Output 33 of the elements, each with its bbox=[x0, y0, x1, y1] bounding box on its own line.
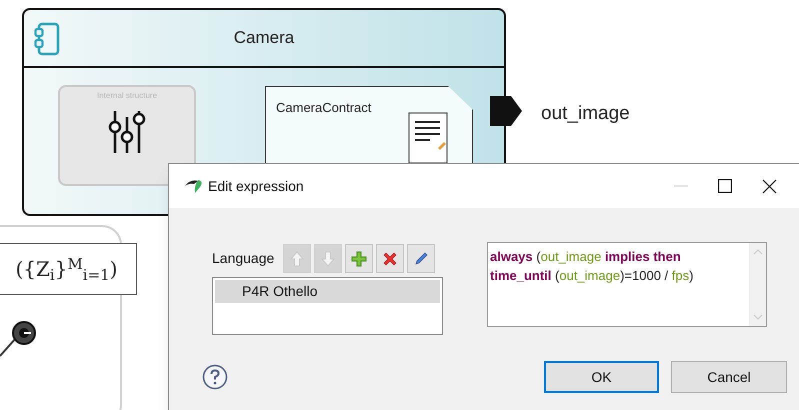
expression-token: always bbox=[490, 248, 533, 266]
dialog-title: Edit expression bbox=[208, 176, 304, 196]
expression-token: time_until bbox=[490, 267, 552, 285]
expression-token: implies then bbox=[604, 248, 681, 266]
help-icon[interactable] bbox=[202, 364, 228, 390]
language-label: Language bbox=[212, 249, 274, 268]
expression-token: ( bbox=[535, 248, 541, 266]
expression-token: ) bbox=[689, 267, 694, 285]
expression-token: fps bbox=[672, 267, 690, 285]
component-title: Camera bbox=[234, 27, 294, 50]
close-icon bbox=[382, 250, 398, 266]
port-label: out_image bbox=[541, 102, 630, 126]
toolbar-button[interactable] bbox=[407, 244, 436, 273]
language-item[interactable]: P4R Othello bbox=[215, 280, 440, 303]
maximize-icon[interactable] bbox=[718, 179, 732, 193]
sliders-icon bbox=[107, 109, 147, 155]
toolbar-button[interactable] bbox=[345, 244, 374, 273]
app-logo-icon bbox=[184, 178, 204, 194]
expression-token: )=1000 / bbox=[620, 267, 670, 285]
expression-token: out_image bbox=[559, 267, 620, 285]
dialog-button[interactable]: Cancel bbox=[671, 361, 787, 393]
up-arrow-icon bbox=[290, 250, 304, 266]
down-arrow-icon bbox=[321, 250, 336, 266]
toolbar-button[interactable] bbox=[376, 244, 404, 273]
contract-label: CameraContract bbox=[276, 99, 372, 117]
close-icon[interactable] bbox=[762, 178, 777, 194]
expression-token: ( bbox=[554, 267, 560, 285]
formula: ({Z$_{i}$}$^{M}$$_{i=1}$) bbox=[15, 254, 118, 284]
dialog-button[interactable]: OK bbox=[544, 361, 659, 393]
expression-token: out_image bbox=[540, 248, 602, 266]
component-icon bbox=[34, 22, 60, 56]
pencil-icon bbox=[413, 250, 430, 266]
plus-icon bbox=[351, 250, 368, 266]
